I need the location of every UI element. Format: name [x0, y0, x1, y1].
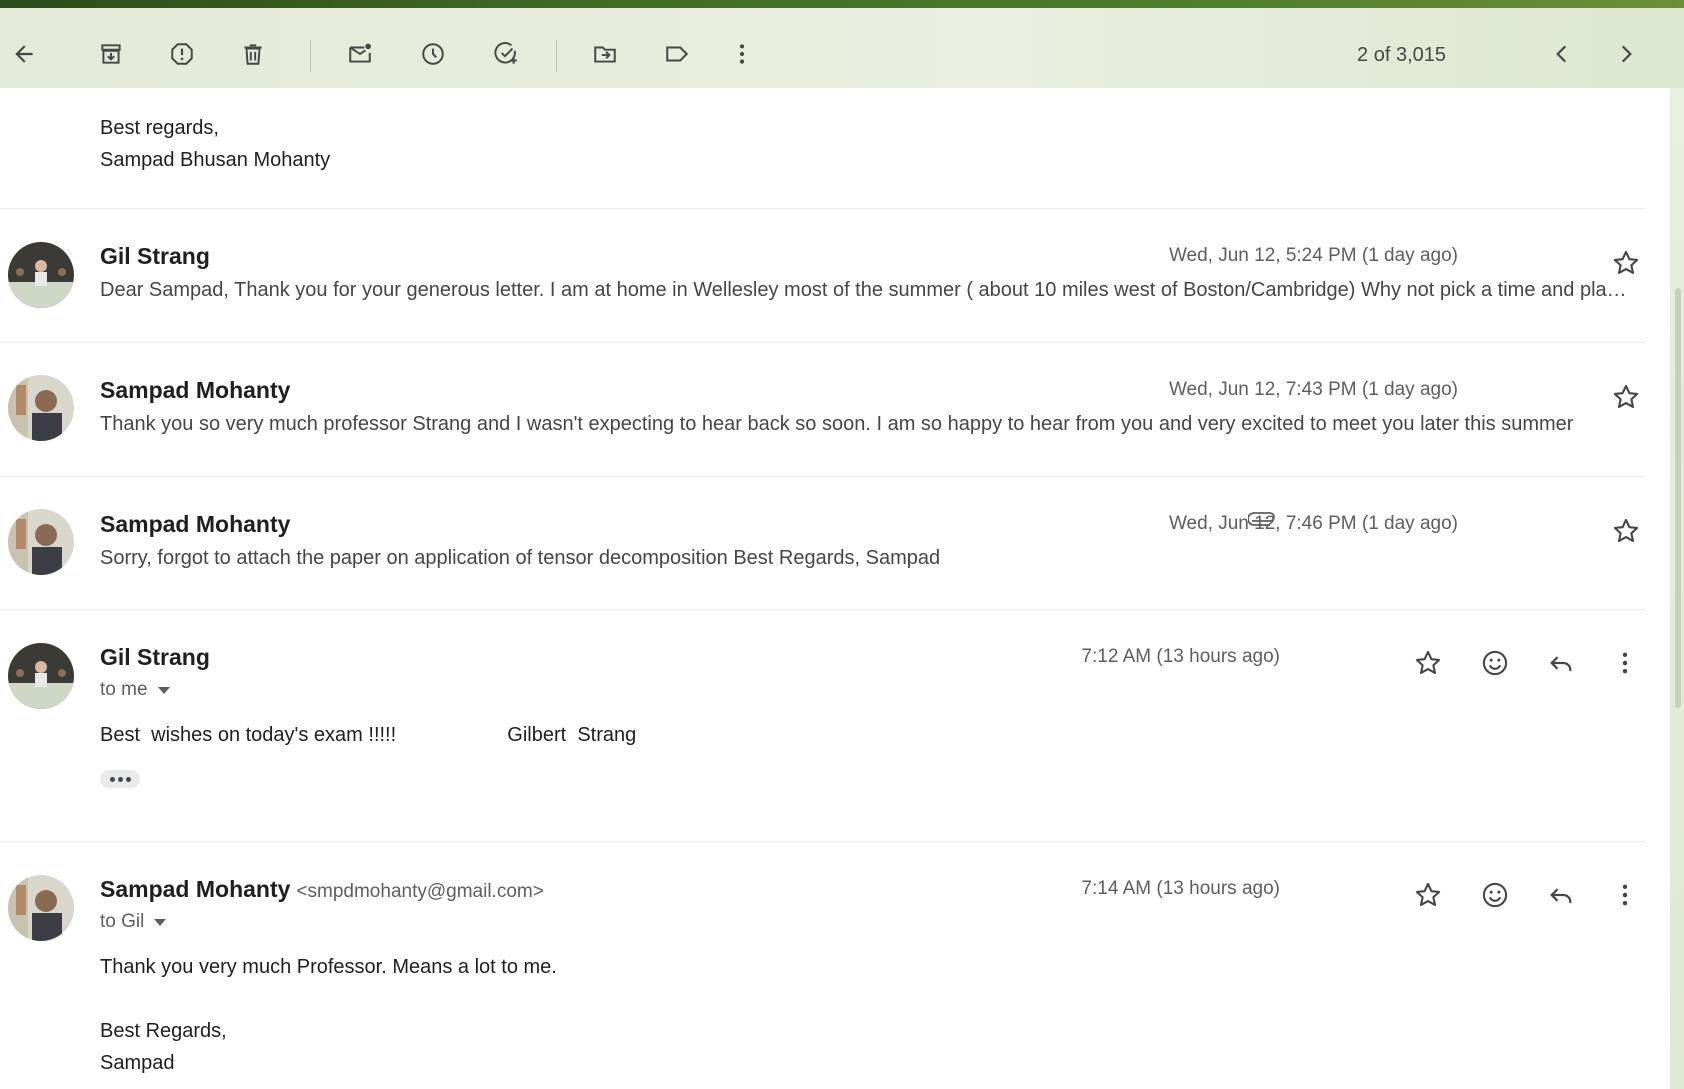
scrollbar-track[interactable]: [1670, 88, 1684, 1089]
toolbar-separator: [310, 40, 311, 72]
star-button[interactable]: [1609, 246, 1643, 280]
chevron-left-icon: [1556, 45, 1567, 63]
recipients-toggle[interactable]: to Gil: [100, 911, 167, 933]
message-time: 7:14 AM (13 hours ago): [1081, 878, 1280, 899]
sender-name: Gil Strang: [100, 243, 210, 269]
mark-unread-icon: [349, 43, 371, 63]
back-arrow-icon: [15, 45, 33, 63]
message-snippet: Sorry, forgot to attach the paper on app…: [100, 547, 941, 569]
closing-line: Best regards,: [100, 117, 219, 139]
collapsed-message[interactable]: Gil Strang Wed, Jun 12, 5:24 PM (1 day a…: [0, 209, 1645, 342]
signature-name: Sampad: [100, 1052, 175, 1074]
expanded-message: Sampad Mohanty <smpdmohanty@gmail.com> to…: [0, 842, 1645, 1089]
expanded-message: Gil Strang to me 7:12 AM (13 hours ago) …: [0, 610, 1645, 842]
message-counter: 2 of 3,015: [1357, 44, 1446, 66]
report-spam-button[interactable]: [160, 32, 204, 76]
move-to-button[interactable]: [583, 32, 627, 76]
sender-name-text: Sampad Mohanty: [100, 876, 291, 902]
dot: [109, 776, 115, 782]
dot: [117, 776, 123, 782]
archive-button[interactable]: [89, 32, 133, 76]
dot: [125, 776, 131, 782]
report-spam-icon: [171, 43, 193, 65]
add-reaction-button[interactable]: [1475, 875, 1515, 915]
more-vertical-icon: [739, 44, 745, 64]
message-date: Wed, Jun 12, 7:43 PM (1 day ago): [1168, 379, 1458, 400]
avatar: [8, 509, 74, 575]
message-body-line: Thank you very much Professor. Means a l…: [100, 956, 557, 978]
label-icon: [666, 46, 689, 62]
message-date: Wed, Jun 12, 7:46 PM (1 day ago): [1168, 513, 1458, 534]
star-button[interactable]: [1609, 380, 1643, 414]
email-thread: Best regards, Sampad Bhusan Mohanty Gil …: [0, 88, 1670, 1089]
reply-button[interactable]: [1541, 643, 1581, 683]
star-icon: [1415, 882, 1441, 906]
star-icon: [1613, 384, 1639, 408]
label-button[interactable]: [655, 32, 699, 76]
sender-name: Sampad Mohanty <smpdmohanty@gmail.com>: [100, 876, 544, 903]
more-vertical-icon: [1622, 884, 1628, 906]
reply-button[interactable]: [1541, 875, 1581, 915]
star-button[interactable]: [1411, 646, 1445, 680]
snooze-button[interactable]: [411, 32, 455, 76]
scrollbar-thumb[interactable]: [1675, 288, 1681, 708]
signature-name: Sampad Bhusan Mohanty: [100, 149, 331, 171]
sender-email: <smpdmohanty@gmail.com>: [296, 881, 544, 902]
snooze-icon: [422, 43, 444, 65]
caret-down-icon: [154, 918, 167, 926]
avatar: [8, 875, 74, 941]
avatar: [8, 242, 74, 308]
sender-name: Gil Strang: [100, 644, 210, 670]
sender-name: Sampad Mohanty: [100, 377, 291, 403]
add-to-tasks-button[interactable]: [484, 32, 528, 76]
toolbar-separator: [556, 40, 557, 72]
message-date: Wed, Jun 12, 5:24 PM (1 day ago): [1168, 245, 1458, 266]
message-more-button[interactable]: [1605, 643, 1645, 683]
star-icon: [1415, 650, 1441, 674]
collapsed-message[interactable]: Sampad Mohanty Wed, Jun 12, 7:46 PM (1 d…: [0, 477, 1645, 610]
message-snippet: Thank you so very much professor Strang …: [100, 413, 1574, 435]
more-vertical-icon: [1622, 652, 1628, 674]
delete-button[interactable]: [231, 32, 275, 76]
recipients-toggle[interactable]: to me: [100, 679, 170, 701]
star-icon: [1613, 518, 1639, 542]
recipients-label: to me: [100, 679, 148, 700]
mark-unread-button[interactable]: [338, 32, 382, 76]
newer-button[interactable]: [1540, 32, 1584, 76]
star-button[interactable]: [1411, 878, 1445, 912]
move-to-icon: [594, 46, 616, 63]
recipients-label: to Gil: [100, 911, 145, 932]
chevron-right-icon: [1621, 45, 1632, 63]
more-options-button[interactable]: [720, 32, 764, 76]
delete-icon: [244, 44, 262, 65]
message-body: Best wishes on today's exam !!!!! Gilber…: [100, 724, 637, 746]
archive-icon: [101, 44, 121, 64]
add-to-tasks-icon: [494, 42, 517, 64]
message-snippet: Dear Sampad, Thank you for your generous…: [100, 279, 1635, 301]
sender-name: Sampad Mohanty: [100, 511, 291, 537]
reply-icon: [1550, 888, 1572, 904]
previous-message-tail: Best regards, Sampad Bhusan Mohanty: [100, 112, 330, 176]
avatar: [8, 643, 74, 709]
avatar: [8, 375, 74, 441]
older-button[interactable]: [1604, 32, 1648, 76]
reply-icon: [1550, 656, 1572, 672]
message-toolbar: 2 of 3,015: [0, 8, 1684, 88]
emoji-icon: [1482, 650, 1508, 676]
show-trimmed-content-button[interactable]: [100, 770, 140, 788]
message-more-button[interactable]: [1605, 875, 1645, 915]
emoji-icon: [1482, 882, 1508, 908]
closing-line: Best Regards,: [100, 1020, 227, 1042]
star-icon: [1613, 250, 1639, 274]
message-time: 7:12 AM (13 hours ago): [1081, 646, 1280, 667]
add-reaction-button[interactable]: [1475, 643, 1515, 683]
collapsed-message[interactable]: Sampad Mohanty Wed, Jun 12, 7:43 PM (1 d…: [0, 343, 1645, 476]
back-button[interactable]: [2, 32, 46, 76]
caret-down-icon: [157, 686, 170, 694]
star-button[interactable]: [1609, 514, 1643, 548]
